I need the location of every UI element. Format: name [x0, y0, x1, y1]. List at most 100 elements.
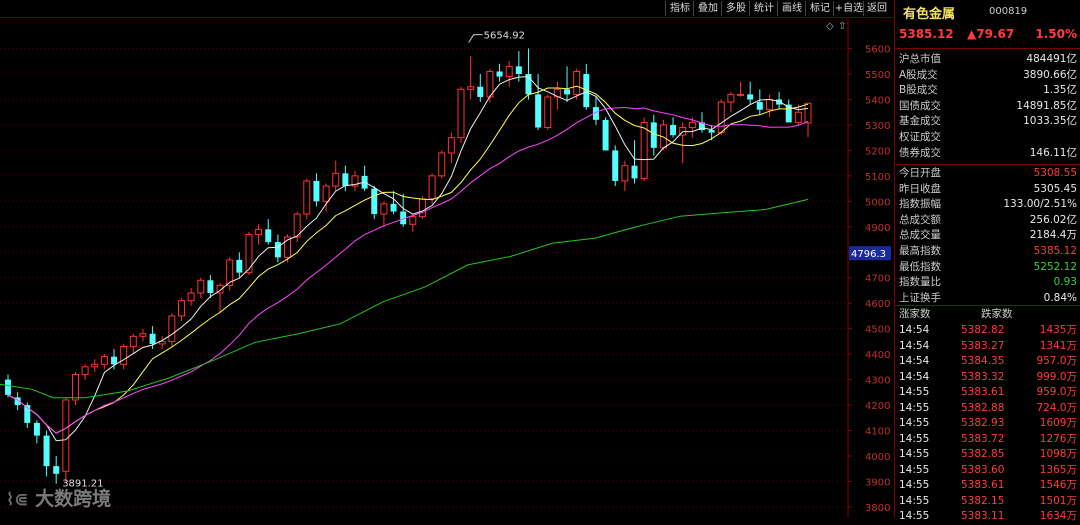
toolbar: 指标 叠加 多股 统计 画线 标记 +自选 返回	[0, 0, 893, 18]
stat-row: 指数量比 0.93	[895, 275, 1080, 291]
y-tick-label: 5500	[865, 70, 890, 81]
tick-volume: 1098万	[1039, 448, 1077, 460]
candle-body	[496, 71, 503, 77]
tick-row: 14:55 5383.60 1365万	[895, 463, 1080, 479]
candle-body	[447, 137, 455, 154]
candle-body	[804, 102, 812, 124]
candle-body	[564, 89, 571, 95]
stat-row: A股成交 3890.66亿	[895, 68, 1080, 84]
stat-label: 今日开盘	[899, 167, 941, 179]
candle-body	[390, 203, 397, 212]
candle-body	[418, 198, 426, 218]
candle-body	[727, 93, 735, 103]
toolbar-button[interactable]: 指标	[665, 1, 694, 16]
stat-row: 昨日收盘 5305.45	[895, 182, 1080, 198]
toolbar-button[interactable]: 返回	[863, 1, 890, 16]
stat-value: 146.11亿	[1029, 146, 1077, 159]
stat-value: 133.00/2.51%	[1003, 198, 1077, 211]
y-tick-label: 4100	[865, 427, 890, 438]
stat-label: 昨日收盘	[899, 182, 941, 195]
candle-body	[265, 229, 272, 243]
tick-volume: 724.0万	[1036, 401, 1077, 414]
tick-volume: 999.0万	[1036, 370, 1077, 383]
tick-time: 14:55	[899, 463, 930, 476]
candle-body	[255, 228, 263, 235]
stat-label: 指数振幅	[899, 198, 941, 211]
y-tick-label: 4900	[865, 223, 890, 234]
tick-volume: 1501万	[1039, 494, 1077, 507]
tick-row: 14:55 5382.88 724.0万	[895, 401, 1080, 417]
candle-body	[631, 165, 638, 179]
stat-value: 5308.55	[1033, 167, 1077, 179]
stat-value: 0.93	[1053, 276, 1077, 289]
candle-body	[139, 333, 147, 337]
tick-price: 5383.11	[961, 510, 1005, 522]
price-row: 5385.12 ▲79.67 1.50%	[895, 24, 1080, 44]
toolbar-button[interactable]: 统计	[749, 1, 778, 16]
y-tick-label: 3800	[865, 503, 890, 514]
price-change-pct: 1.50%	[1035, 27, 1077, 41]
tick-time: 14:55	[899, 386, 930, 398]
high-annotation-leader	[468, 34, 483, 43]
stat-row: 总成交额 256.02亿	[895, 213, 1080, 229]
toolbar-button[interactable]: 叠加	[693, 1, 722, 16]
candle-body	[91, 363, 99, 368]
stat-row: 债券成交 146.11亿	[895, 146, 1080, 162]
y-tick-label: 4200	[865, 401, 890, 412]
ma20-line	[7, 106, 809, 434]
y-tick-label: 5300	[865, 121, 890, 132]
candle-body	[688, 121, 696, 128]
tick-volume: 1341万	[1039, 339, 1077, 352]
stat-label: 权证成交	[899, 131, 941, 143]
kline-chart: 3800 3900 4000 4100 4200 4300 4400 4500 4600 4700…	[0, 18, 891, 518]
stat-label: 基金成交	[899, 115, 941, 128]
toolbar-button[interactable]: 多股	[721, 1, 750, 16]
divider	[895, 48, 1080, 49]
stat-label: 总成交量	[899, 229, 941, 242]
tick-volume: 1609万	[1039, 417, 1077, 429]
stat-label: 总成交额	[899, 213, 941, 226]
tick-price: 5383.60	[961, 463, 1005, 476]
candle-body	[371, 188, 378, 215]
candle-body	[765, 98, 773, 111]
candle-body	[81, 366, 89, 375]
y-tick-label: 4000	[865, 452, 890, 463]
tick-volume: 1546万	[1039, 479, 1077, 491]
index-code: 000819	[989, 6, 1028, 17]
stat-row: 最低指数 5252.12	[895, 260, 1080, 276]
candle-body	[33, 422, 40, 436]
candle-body	[5, 379, 11, 395]
candle-body	[313, 180, 320, 202]
stat-value: 5385.12	[1033, 245, 1077, 257]
tick-time: 14:55	[899, 494, 930, 507]
decliners-label: 跌家数	[981, 308, 1013, 320]
y-tick-label: 5600	[865, 45, 890, 56]
toolbar-button[interactable]: 标记	[805, 1, 834, 16]
divider	[895, 305, 1080, 306]
y-tick-label: 4700	[865, 274, 890, 285]
candle-body	[428, 175, 436, 200]
y-tick-label: 5200	[865, 146, 890, 157]
stat-label: A股成交	[899, 68, 938, 81]
tick-row: 14:55 5382.15 1501万	[895, 494, 1080, 510]
tick-row: 14:54 5383.27 1341万	[895, 339, 1080, 355]
candle-body	[100, 356, 108, 365]
candle-body	[62, 399, 70, 472]
candle-body	[438, 152, 446, 177]
toolbar-button[interactable]: 画线	[777, 1, 806, 16]
ma-long-line	[0, 198, 809, 399]
tick-time: 14:54	[899, 339, 930, 352]
toolbar-button[interactable]: +自选	[833, 1, 864, 16]
candle-body	[670, 124, 677, 136]
candle-body	[111, 356, 118, 365]
tick-row: 14:54 5384.35 957.0万	[895, 354, 1080, 370]
candle-body	[187, 292, 195, 302]
tick-row: 14:54 5383.32 999.0万	[895, 370, 1080, 386]
tick-time: 14:54	[899, 324, 930, 336]
candle-body	[303, 180, 311, 215]
stat-value: 256.02亿	[1029, 213, 1077, 226]
tick-price: 5383.61	[961, 479, 1005, 491]
stat-label: 最高指数	[899, 245, 941, 257]
candle-body	[207, 280, 214, 294]
candle-body	[120, 345, 128, 365]
